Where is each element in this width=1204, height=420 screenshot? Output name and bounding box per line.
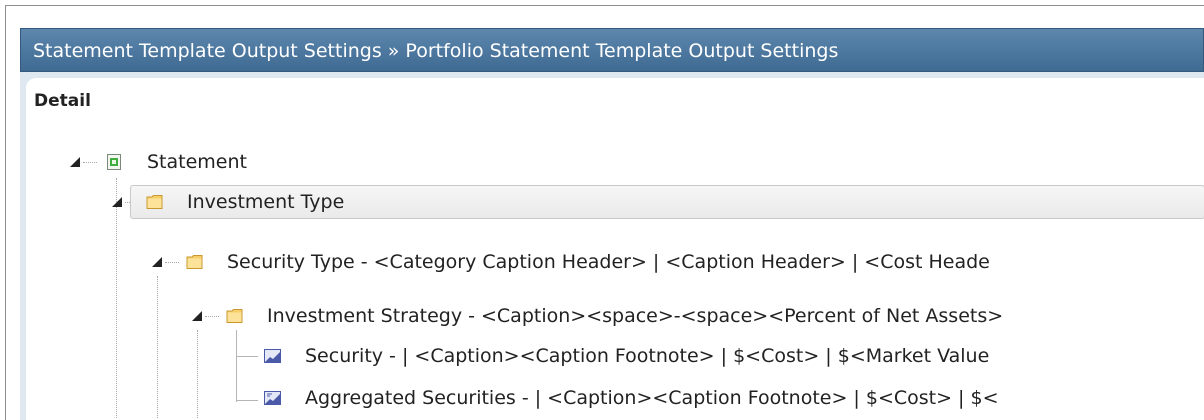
chart-icon bbox=[264, 348, 282, 364]
collapse-triangle-icon[interactable] bbox=[70, 157, 80, 167]
tree-node-statement[interactable]: Statement bbox=[70, 145, 470, 179]
tree-guide-line bbox=[157, 276, 158, 418]
aggregate-chart-icon bbox=[264, 390, 282, 406]
folder-icon bbox=[226, 308, 244, 324]
tree-node-label: Aggregated Securities - | <Caption><Capt… bbox=[305, 387, 999, 409]
tree-node-security[interactable]: Security - | <Caption><Caption Footnote>… bbox=[260, 339, 1204, 373]
tree-node-security-type[interactable]: Security Type - <Category Caption Header… bbox=[152, 245, 1204, 279]
tree-node-label: Statement bbox=[147, 151, 247, 173]
tree-node-investment-type[interactable]: Investment Type bbox=[112, 185, 712, 219]
tree-node-label: Security Type - <Category Caption Header… bbox=[227, 251, 990, 273]
tree-node-aggregated-securities[interactable]: Aggregated Securities - | <Caption><Capt… bbox=[260, 381, 1204, 415]
tree-node-investment-strategy[interactable]: Investment Strategy - <Caption><space>-<… bbox=[192, 299, 1204, 333]
tree-node-label: Security - | <Caption><Caption Footnote>… bbox=[305, 345, 990, 367]
tree-guide-line bbox=[197, 330, 198, 418]
tree-node-label: Investment Type bbox=[187, 191, 345, 213]
collapse-triangle-icon[interactable] bbox=[192, 311, 202, 321]
tree-node-label: Investment Strategy - <Caption><space>-<… bbox=[267, 305, 1004, 327]
folder-icon bbox=[186, 254, 204, 270]
tree-branch-line bbox=[236, 400, 258, 401]
tree-branch-line bbox=[236, 356, 258, 357]
collapse-triangle-icon[interactable] bbox=[152, 257, 162, 267]
tree-branch-line bbox=[236, 330, 237, 402]
breadcrumb-titlebar: Statement Template Output Settings » Por… bbox=[20, 28, 1204, 72]
folder-icon bbox=[146, 194, 164, 210]
statement-icon bbox=[106, 154, 124, 170]
detail-heading: Detail bbox=[34, 91, 91, 111]
collapse-triangle-icon[interactable] bbox=[112, 197, 122, 207]
